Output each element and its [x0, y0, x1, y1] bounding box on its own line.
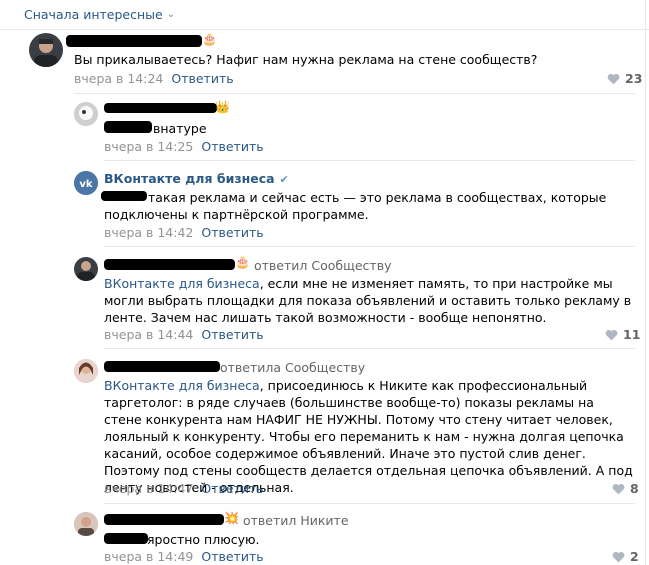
comment-text: Вы прикалываетесь? Нафиг нам нужна рекла… — [74, 52, 538, 67]
vk-logo-icon: vk — [74, 171, 98, 195]
comment-text: внатуре — [153, 121, 207, 136]
reply-button[interactable]: Ответить — [201, 481, 263, 496]
panel-border — [645, 0, 646, 565]
heart-icon — [612, 483, 625, 494]
like-count: 23 — [625, 71, 643, 86]
comment-date[interactable]: вчера в 14:42 — [104, 225, 193, 240]
redacted-author-name — [104, 514, 224, 525]
comment-divider — [104, 348, 635, 349]
avatar[interactable] — [74, 359, 98, 383]
comment-date[interactable]: вчера в 14:49 — [104, 549, 193, 564]
reply-button[interactable]: Ответить — [201, 549, 263, 564]
comment-date[interactable]: вчера в 14:44 — [104, 327, 193, 342]
chevron-down-icon: ⌄ — [166, 9, 176, 20]
redacted-addressee — [104, 121, 152, 133]
avatar-photo-icon — [74, 102, 98, 126]
comment-date[interactable]: вчера в 14:24 — [74, 71, 163, 86]
like-button[interactable]: 11 — [605, 327, 640, 342]
replied-to: ответил Сообществу — [254, 258, 392, 273]
avatar[interactable] — [74, 102, 98, 126]
reply-button[interactable]: Ответить — [201, 225, 263, 240]
avatar-photo-icon — [77, 261, 95, 281]
crown-icon: 👑 — [215, 100, 230, 114]
comment-text: яростно плюсую. — [147, 532, 260, 547]
comment-divider — [104, 246, 635, 247]
avatar[interactable] — [29, 33, 63, 67]
reply-button[interactable]: Ответить — [171, 71, 233, 86]
comment-meta: вчера в 14:44 Ответить — [104, 327, 264, 342]
reply-button[interactable]: Ответить — [201, 327, 263, 342]
cake-icon: 🎂 — [235, 255, 250, 269]
avatar[interactable]: vk — [74, 171, 98, 195]
heart-icon — [607, 73, 620, 84]
redacted-author-name — [66, 35, 202, 47]
comment-text: ВКонтакте для бизнеса, присоединюсь к Ни… — [104, 378, 633, 495]
comment-meta: вчера в 14:24 Ответить — [74, 71, 234, 86]
cake-icon: 🎂 — [202, 32, 217, 46]
svg-text:vk: vk — [79, 179, 93, 190]
avatar[interactable] — [74, 257, 98, 281]
fire-icon: 💥 — [224, 511, 239, 525]
addressee-link[interactable]: ВКонтакте для бизнеса — [104, 378, 260, 393]
redacted-author-name — [104, 103, 217, 113]
comment-meta: вчера в 14:42 Ответить — [104, 225, 264, 240]
like-button[interactable]: 2 — [612, 549, 639, 564]
redacted-addressee — [104, 533, 148, 544]
like-button[interactable]: 23 — [607, 71, 642, 86]
header-divider — [0, 29, 649, 30]
sort-label: Сначала интересные — [24, 7, 163, 22]
reply-button[interactable]: Ответить — [201, 139, 263, 154]
avatar[interactable] — [74, 512, 98, 536]
redacted-author-name — [104, 259, 235, 270]
comment-meta: вчера в 14:49 Ответить — [104, 549, 264, 564]
like-count: 8 — [630, 481, 639, 496]
avatar-photo-icon — [74, 359, 98, 383]
verified-icon: ✔ — [279, 173, 289, 186]
comment-divider — [104, 160, 635, 161]
comment-divider — [104, 503, 635, 504]
replied-to: ответила Сообществу — [220, 360, 366, 375]
avatar-photo-icon — [34, 39, 58, 67]
author-name[interactable]: ВКонтакте для бизнеса ✔ — [104, 171, 289, 186]
comment-meta: вчера в 14:47 Ответить — [104, 481, 264, 496]
avatar-photo-icon — [74, 512, 98, 536]
like-count: 11 — [623, 327, 641, 342]
replied-to: ответил Никите — [243, 513, 349, 528]
comment-text: ВКонтакте для бизнеса, если мне не измен… — [104, 276, 632, 325]
comment-meta: вчера в 14:25 Ответить — [104, 139, 264, 154]
sort-dropdown[interactable]: Сначала интересные ⌄ — [24, 7, 175, 22]
heart-icon — [605, 329, 618, 340]
comment-date[interactable]: вчера в 14:47 — [104, 481, 193, 496]
addressee-link[interactable]: ВКонтакте для бизнеса — [104, 276, 260, 291]
comment-text: такая реклама и сейчас есть — это реклам… — [104, 190, 607, 222]
like-button[interactable]: 8 — [612, 481, 639, 496]
redacted-author-name — [104, 361, 220, 372]
heart-icon — [612, 551, 625, 562]
like-count: 2 — [630, 549, 639, 564]
comment-date[interactable]: вчера в 14:25 — [104, 139, 193, 154]
comment-divider — [74, 93, 635, 94]
